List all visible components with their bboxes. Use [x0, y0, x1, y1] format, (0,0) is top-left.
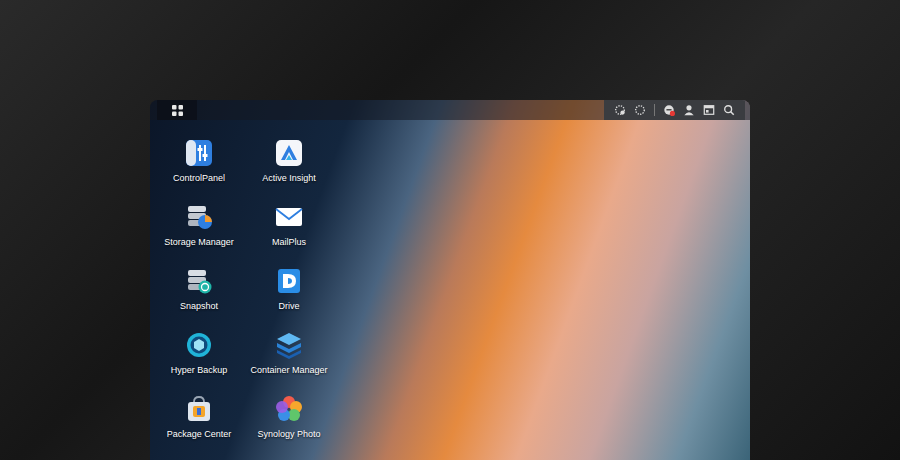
- shortcut-label: MailPlus: [272, 237, 306, 247]
- desktop-shortcut[interactable]: Synology Photo: [245, 394, 333, 439]
- user-icon[interactable]: [683, 104, 695, 116]
- storage-manager-icon: [184, 202, 214, 232]
- shortcut-label: Active Insight: [262, 173, 316, 183]
- mailplus-icon: [274, 202, 304, 232]
- dsm-desktop: ControlPanel Active Insight Storage Mana…: [150, 100, 750, 460]
- desktop-shortcut[interactable]: Storage Manager: [153, 202, 245, 247]
- active-insight-icon: [274, 138, 304, 168]
- desktop-shortcut[interactable]: MailPlus: [245, 202, 333, 247]
- container-manager-icon: [274, 330, 304, 360]
- desktop-shortcut[interactable]: Package Center: [153, 394, 245, 439]
- shortcut-label: Container Manager: [250, 365, 327, 375]
- desktop-shortcut[interactable]: ControlPanel: [153, 138, 245, 183]
- wallpaper: [150, 100, 750, 460]
- desktop-shortcut[interactable]: Hyper Backup: [153, 330, 245, 375]
- desktop-shortcut[interactable]: Snapshot: [153, 266, 245, 311]
- taskbar: [150, 100, 750, 120]
- shortcut-label: Hyper Backup: [171, 365, 228, 375]
- control-panel-icon: [184, 138, 214, 168]
- main-menu-button[interactable]: [157, 100, 197, 120]
- search-icon[interactable]: [723, 104, 735, 116]
- notifications-icon[interactable]: [663, 104, 675, 116]
- page-background: ControlPanel Active Insight Storage Mana…: [0, 0, 900, 460]
- hyper-backup-icon: [184, 330, 214, 360]
- shortcut-label: Storage Manager: [164, 237, 234, 247]
- desktop-shortcut[interactable]: Container Manager: [245, 330, 333, 375]
- drive-icon: [274, 266, 304, 296]
- unread-badge: [670, 111, 675, 116]
- shortcut-label: ControlPanel: [173, 173, 225, 183]
- shortcut-label: Package Center: [167, 429, 232, 439]
- desktop-shortcut[interactable]: Active Insight: [245, 138, 333, 183]
- shortcut-label: Drive: [278, 301, 299, 311]
- system-tray: [604, 100, 745, 120]
- desktop-shortcut[interactable]: Drive: [245, 266, 333, 311]
- widgets-icon[interactable]: [703, 104, 715, 116]
- resource-monitor-icon[interactable]: [634, 104, 646, 116]
- snapshot-icon: [184, 266, 214, 296]
- background-tasks-icon[interactable]: [614, 104, 626, 116]
- desktop-icon-grid: ControlPanel Active Insight Storage Mana…: [150, 120, 750, 439]
- main-menu-icon: [172, 105, 183, 116]
- synology-photo-icon: [274, 394, 304, 424]
- shortcut-label: Snapshot: [180, 301, 218, 311]
- shortcut-label: Synology Photo: [257, 429, 320, 439]
- package-center-icon: [184, 394, 214, 424]
